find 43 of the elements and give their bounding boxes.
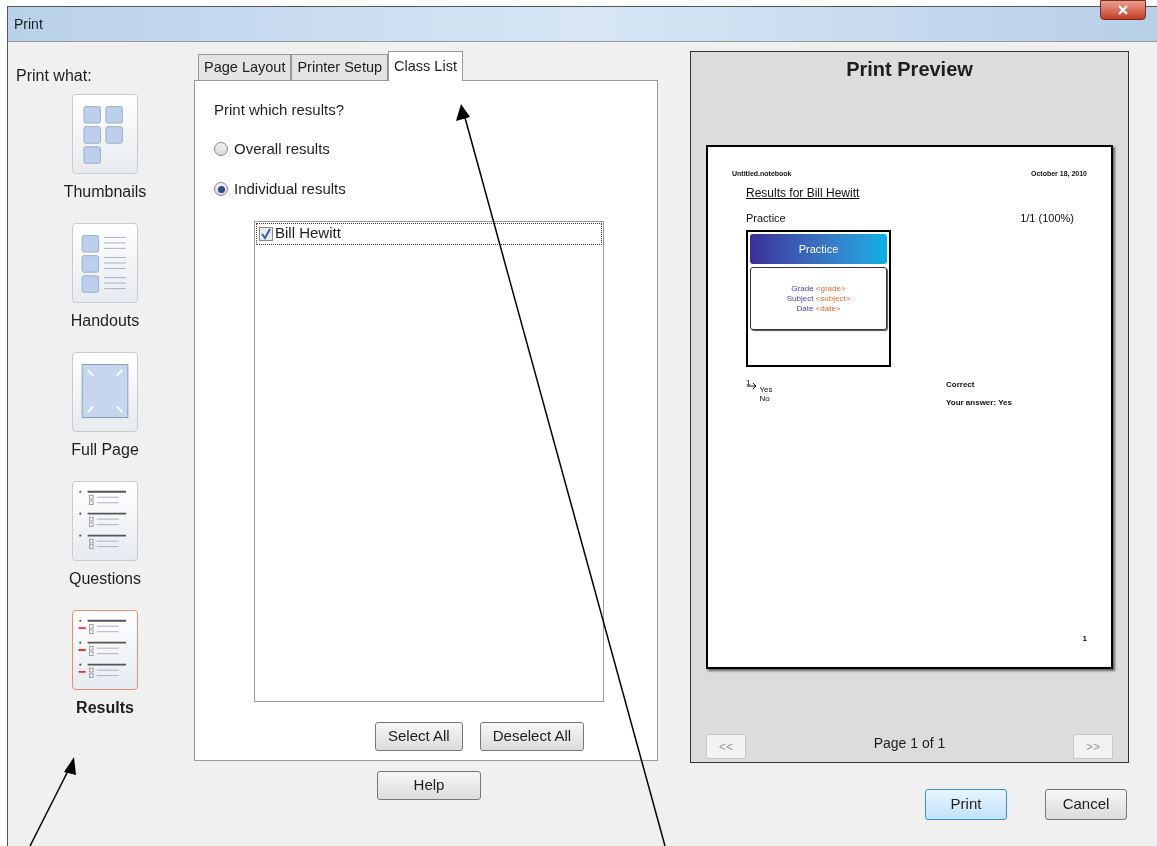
results-list-icon (72, 610, 138, 690)
print-type-option[interactable]: Results (72, 610, 138, 737)
close-button[interactable] (1100, 0, 1146, 20)
page-icon (72, 352, 138, 432)
print-type-option[interactable]: Questions (68, 481, 141, 608)
radio-option[interactable]: Overall results (214, 137, 638, 160)
answer-text: Your answer: Yes (946, 397, 1012, 409)
tab[interactable]: Class List (388, 51, 463, 81)
close-icon (1118, 5, 1128, 15)
print-type-option[interactable]: Full Page (71, 352, 139, 479)
score: 1/1 (100%) (1020, 210, 1074, 226)
dialog-button[interactable]: Cancel (1045, 789, 1127, 820)
arrow-icon (747, 382, 758, 390)
dialog-button[interactable]: Print (925, 789, 1007, 820)
preview-title: Print Preview (846, 57, 973, 82)
results-heading: Results for Bill Hewitt (746, 184, 861, 202)
list-button[interactable]: Deselect All (479, 721, 585, 751)
slide-line: Subject <subject> (786, 293, 851, 304)
tab[interactable]: Printer Setup (291, 54, 389, 80)
question-number: 1 (746, 379, 751, 387)
result-text: Correct (946, 379, 976, 391)
page-status: Page 1 of 1 (873, 734, 946, 753)
tab[interactable]: Page Layout (198, 54, 292, 80)
slide-title: Practice (750, 234, 887, 264)
question-title: Practice (746, 210, 786, 226)
question-list-icon (72, 481, 138, 561)
student-list-item[interactable]: Bill Hewitt (256, 222, 602, 245)
radio-option[interactable]: Individual results (214, 178, 638, 201)
list-button[interactable]: Select All (375, 721, 463, 751)
help-button[interactable]: Help (377, 771, 481, 800)
page-number: 1 (1082, 633, 1087, 645)
slide-line: Date <date> (796, 303, 841, 314)
question-label: Print which results? (214, 100, 346, 120)
checkbox[interactable] (259, 226, 273, 241)
print-type-option[interactable]: Thumbnails (63, 94, 147, 221)
thumbnail-grid-icon (72, 94, 138, 174)
print-what-label: Print what: (16, 66, 93, 86)
print-type-option[interactable]: Handouts (70, 223, 140, 350)
handout-icon (72, 223, 138, 303)
window-title: Print (14, 14, 43, 34)
answer-choice: No (759, 394, 771, 403)
answer-choice: Yes (759, 385, 773, 394)
slide-line: Grade <grade> (791, 283, 846, 294)
